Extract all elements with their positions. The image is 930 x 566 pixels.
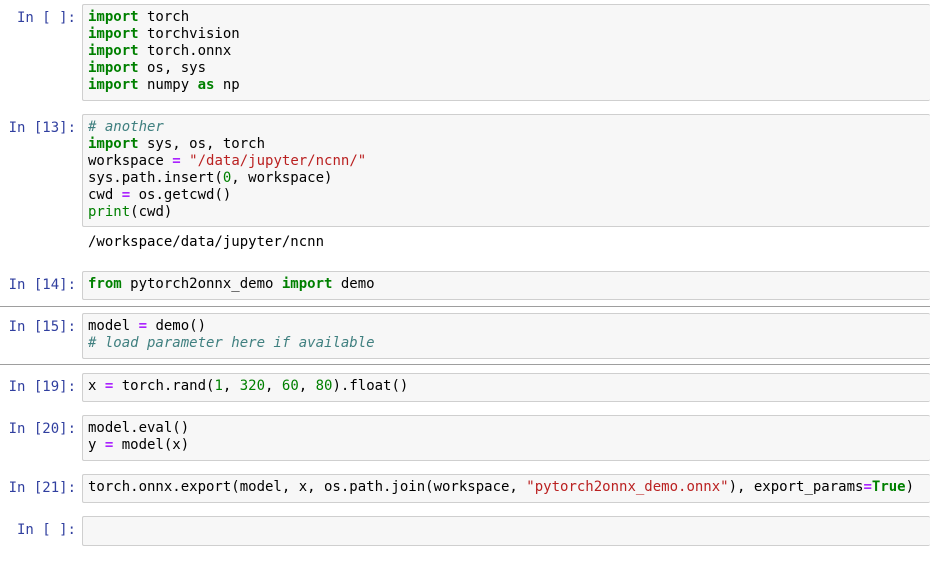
input-prompt: In [ ]: [16,10,76,26]
code-text[interactable]: model = demo() # load parameter here if … [83,314,930,356]
code-input[interactable]: # another import sys, os, torch workspac… [82,114,930,227]
code-line: model = demo() [88,318,207,334]
cell-output: /workspace/data/jupyter/ncnn [88,234,325,250]
code-line: # load parameter here if available [88,335,375,351]
input-prompt: In [13]: [8,120,76,136]
code-text[interactable] [83,517,930,542]
code-line: torch.onnx.export(model, x, os.path.join… [88,479,915,495]
code-text[interactable]: torch.onnx.export(model, x, os.path.join… [83,475,930,500]
code-line: import torch [88,9,190,25]
code-line: import numpy as np [88,77,240,93]
code-input[interactable] [82,516,930,546]
code-input[interactable]: import torch import torchvision import t… [82,4,930,101]
code-line: y = model(x) [88,437,190,453]
code-line: import os, sys [88,60,207,76]
code-text[interactable]: from pytorch2onnx_demo import demo [83,272,930,297]
input-prompt: In [20]: [8,421,76,437]
code-text[interactable]: model.eval() y = model(x) [83,416,930,458]
code-line: workspace = "/data/jupyter/ncnn/" [88,153,367,169]
code-line: x = torch.rand(1, 320, 60, 80).float() [88,378,409,394]
code-line: # another [88,119,164,135]
code-line: import sys, os, torch [88,136,266,152]
input-prompt: In [15]: [8,319,76,335]
code-input[interactable]: x = torch.rand(1, 320, 60, 80).float() [82,373,930,402]
input-prompt: In [ ]: [16,522,76,538]
input-prompt: In [19]: [8,379,76,395]
code-line: model.eval() [88,420,190,436]
code-line: print(cwd) [88,204,173,220]
code-line: sys.path.insert(0, workspace) [88,170,333,186]
code-line: import torch.onnx [88,43,232,59]
input-prompt: In [21]: [8,480,76,496]
input-prompt: In [14]: [8,277,76,293]
code-input[interactable]: model = demo() # load parameter here if … [82,313,930,359]
code-input[interactable]: model.eval() y = model(x) [82,415,930,461]
code-text[interactable]: x = torch.rand(1, 320, 60, 80).float() [83,374,930,399]
code-input[interactable]: from pytorch2onnx_demo import demo [82,271,930,300]
cell-divider [0,306,930,307]
code-input[interactable]: torch.onnx.export(model, x, os.path.join… [82,474,930,503]
code-line: from pytorch2onnx_demo import demo [88,276,375,292]
code-text[interactable]: import torch import torchvision import t… [83,5,930,98]
code-text[interactable]: # another import sys, os, torch workspac… [83,115,930,225]
code-line: import torchvision [88,26,240,42]
cell-divider [0,364,930,365]
code-line: cwd = os.getcwd() [88,187,232,203]
